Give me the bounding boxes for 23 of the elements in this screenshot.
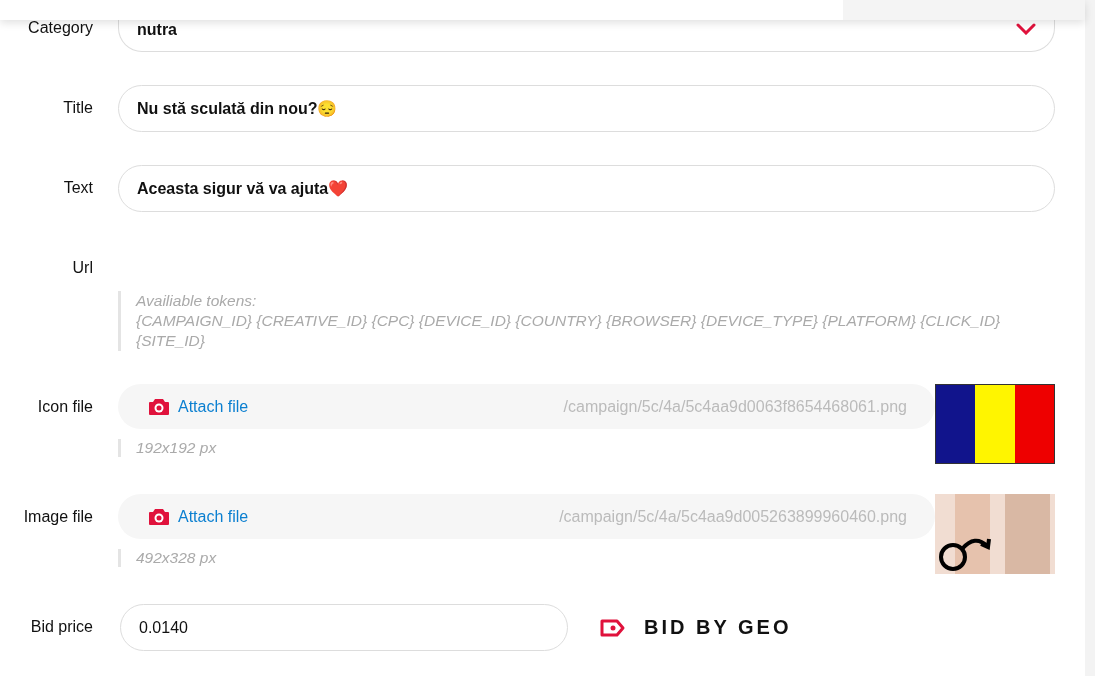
camera-icon: [148, 507, 170, 526]
file-path: /campaign/5c/4a/5c4aa9d0063f8654468061.png: [563, 397, 907, 416]
field-label: Image file: [22, 507, 94, 526]
text-input[interactable]: Nu stă sculată din nou?😔: [118, 85, 1055, 132]
field-label: Bid price: [29, 617, 94, 636]
field-label: Icon file: [36, 397, 94, 416]
file-path: /campaign/5c/4a/5c4aa9d005263899960460.png: [559, 507, 907, 526]
tokens-hint: Availiable tokens: {CAMPAIGN_ID} {CREATIVE_ID} {CPC} {DEVICE_ID} {COUNTRY} {BROWSER} {DEVICE_TYPE} {PLATFORM} {CLICK_ID} {SITE_ID}: [118, 291, 1036, 351]
text-input[interactable]: Aceasta sigur vă va ajuta❤: [118, 165, 1055, 212]
field-label: Url: [71, 258, 94, 277]
tag-icon: [600, 618, 626, 637]
camera-icon: [148, 397, 170, 416]
file-input[interactable]: Attach file /campaign/5c/4a/5c4aa9d005263899960460.png: [118, 494, 935, 539]
field-label: Category: [27, 19, 94, 37]
bid-price-input[interactable]: 0.0140: [120, 604, 568, 651]
attach-file-link[interactable]: Attach file: [178, 507, 249, 526]
category-select[interactable]: nutra: [118, 20, 1055, 52]
field-label: Title: [62, 98, 94, 117]
file-input[interactable]: Attach file /campaign/5c/4a/5c4aa9d0063f8654468061.png: [118, 384, 935, 429]
bid-by-geo-link[interactable]: BID BY GEO: [600, 616, 792, 639]
chevron-down-icon: [1016, 23, 1036, 35]
field-label: Text: [62, 178, 94, 197]
attach-file-link[interactable]: Attach file: [178, 397, 249, 416]
